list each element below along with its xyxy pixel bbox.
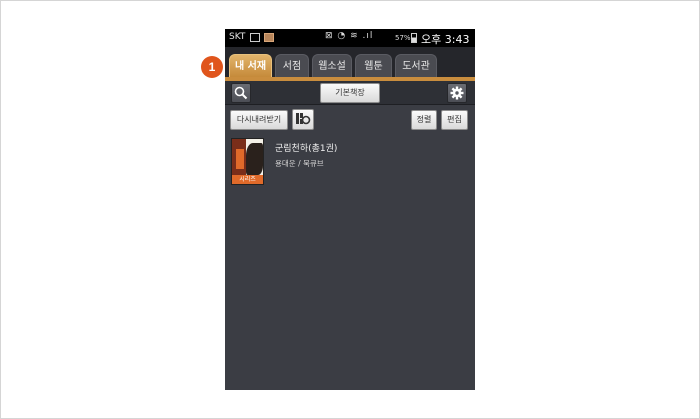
tab-my-library[interactable]: 내 서재 [229, 54, 272, 77]
settings-button[interactable] [447, 83, 467, 103]
tab-web-novel[interactable]: 웹소설 [312, 54, 352, 77]
status-icons: ⊠ ◔ ≋ .ıl [325, 31, 374, 41]
grid-view-icon [296, 113, 311, 125]
sort-button[interactable]: 정렬 [411, 110, 437, 130]
action-toolbar: 다시내려받기 정렬 편집 [225, 106, 475, 132]
series-badge: 시리즈 [232, 175, 263, 184]
carrier-label: SKT [229, 32, 246, 42]
view-toggle-button[interactable] [292, 109, 314, 130]
gear-icon [450, 86, 464, 100]
status-bar: SKT ⊠ ◔ ≋ .ıl 57% 오후 3:43 [225, 29, 475, 47]
clock: 오후 3:43 [421, 33, 470, 46]
tab-webtoon[interactable]: 웹툰 [355, 54, 392, 77]
list-item[interactable]: 시리즈 군림천하(총1권) 용대운 / 북큐브 [225, 135, 475, 187]
book-cover[interactable]: 시리즈 [231, 138, 264, 185]
callout-marker: 1 [201, 56, 223, 78]
book-title: 군림천하(총1권) [275, 144, 338, 154]
gallery-notification-icon [250, 33, 260, 42]
edit-button[interactable]: 편집 [441, 110, 468, 130]
redownload-button[interactable]: 다시내려받기 [230, 110, 288, 130]
tab-library[interactable]: 도서관 [395, 54, 437, 77]
search-button[interactable] [231, 83, 251, 103]
search-icon [234, 86, 248, 100]
image-notification-icon [264, 33, 274, 42]
main-tab-bar: 내 서재 서점 웹소설 웹툰 도서관 [225, 47, 475, 81]
shelf-select-button[interactable]: 기본책장 [320, 83, 380, 103]
battery-icon [411, 33, 417, 43]
book-author: 용대운 / 북큐브 [275, 159, 324, 168]
tab-bookstore[interactable]: 서점 [275, 54, 309, 77]
phone-screen: SKT ⊠ ◔ ≋ .ıl 57% 오후 3:43 내 서재 서점 웹소설 웹툰… [225, 29, 475, 390]
battery-percent: 57% [395, 34, 411, 42]
shelf-toolbar: 기본책장 [225, 81, 475, 105]
